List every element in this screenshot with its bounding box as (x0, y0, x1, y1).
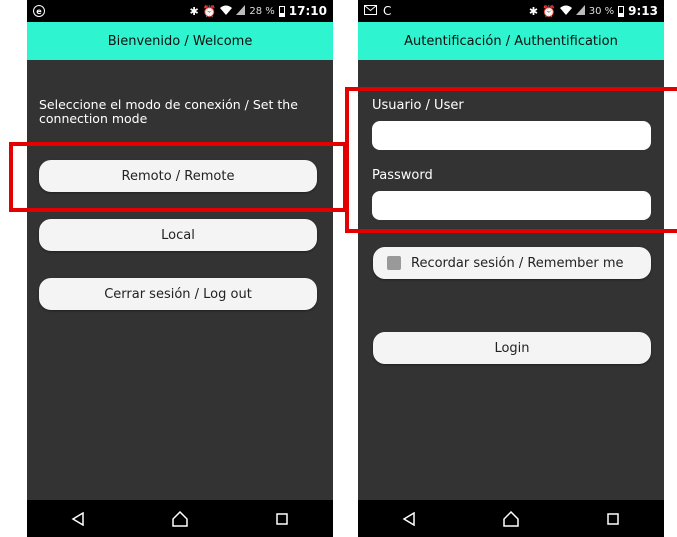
battery-percent: 30 % (588, 5, 615, 17)
wifi-icon (220, 5, 233, 18)
back-icon[interactable] (58, 504, 98, 534)
highlight-credentials (345, 87, 677, 233)
local-button[interactable]: Local (39, 219, 317, 251)
alarm-icon: ⏰ (542, 4, 556, 18)
navigation-bar (27, 500, 333, 537)
status-bar: C ✱ ⏰ 30 % 9:13 (358, 0, 664, 22)
alarm-icon: ⏰ (202, 4, 217, 18)
battery-icon (618, 5, 625, 17)
wifi-icon (559, 5, 572, 18)
navigation-bar (358, 500, 664, 537)
recents-icon[interactable] (262, 504, 302, 534)
content-area: Seleccione el modo de conexión / Set the… (27, 60, 333, 500)
highlight-remote-mode (9, 142, 347, 212)
recents-icon[interactable] (593, 504, 633, 534)
login-button[interactable]: Login (373, 332, 651, 364)
back-icon[interactable] (389, 504, 429, 534)
clock: 9:13 (628, 4, 658, 18)
page-title: Autentificación / Authentification (404, 33, 618, 49)
home-icon[interactable] (160, 504, 200, 534)
signal-icon (236, 4, 246, 18)
title-bar: Bienvenido / Welcome (27, 22, 333, 60)
remember-me-label: Recordar sesión / Remember me (411, 255, 624, 271)
phone-welcome-screen: e ✱ ⏰ 28 % 17:10 Bienvenido / Welcome Se… (27, 0, 333, 537)
logout-button[interactable]: Cerrar sesión / Log out (39, 278, 317, 310)
connection-mode-prompt: Seleccione el modo de conexión / Set the… (39, 97, 298, 126)
title-bar: Autentificación / Authentification (358, 22, 664, 60)
battery-percent: 28 % (249, 5, 275, 17)
home-icon[interactable] (491, 504, 531, 534)
page-title: Bienvenido / Welcome (107, 33, 253, 49)
remember-me-checkbox[interactable] (387, 256, 401, 270)
status-bar: e ✱ ⏰ 28 % 17:10 (27, 0, 333, 22)
bluetooth-icon: ✱ (528, 4, 539, 18)
bluetooth-icon: ✱ (189, 4, 199, 18)
clock: 17:10 (288, 4, 327, 18)
sync-icon: C (383, 4, 392, 18)
phone-login-screen: C ✱ ⏰ 30 % 9:13 Autentificación / Authen… (358, 0, 664, 537)
mail-icon (364, 4, 377, 18)
remember-me-toggle[interactable]: Recordar sesión / Remember me (373, 247, 651, 279)
signal-icon (575, 4, 585, 18)
circle-e-icon: e (33, 5, 45, 17)
battery-icon (278, 5, 285, 17)
